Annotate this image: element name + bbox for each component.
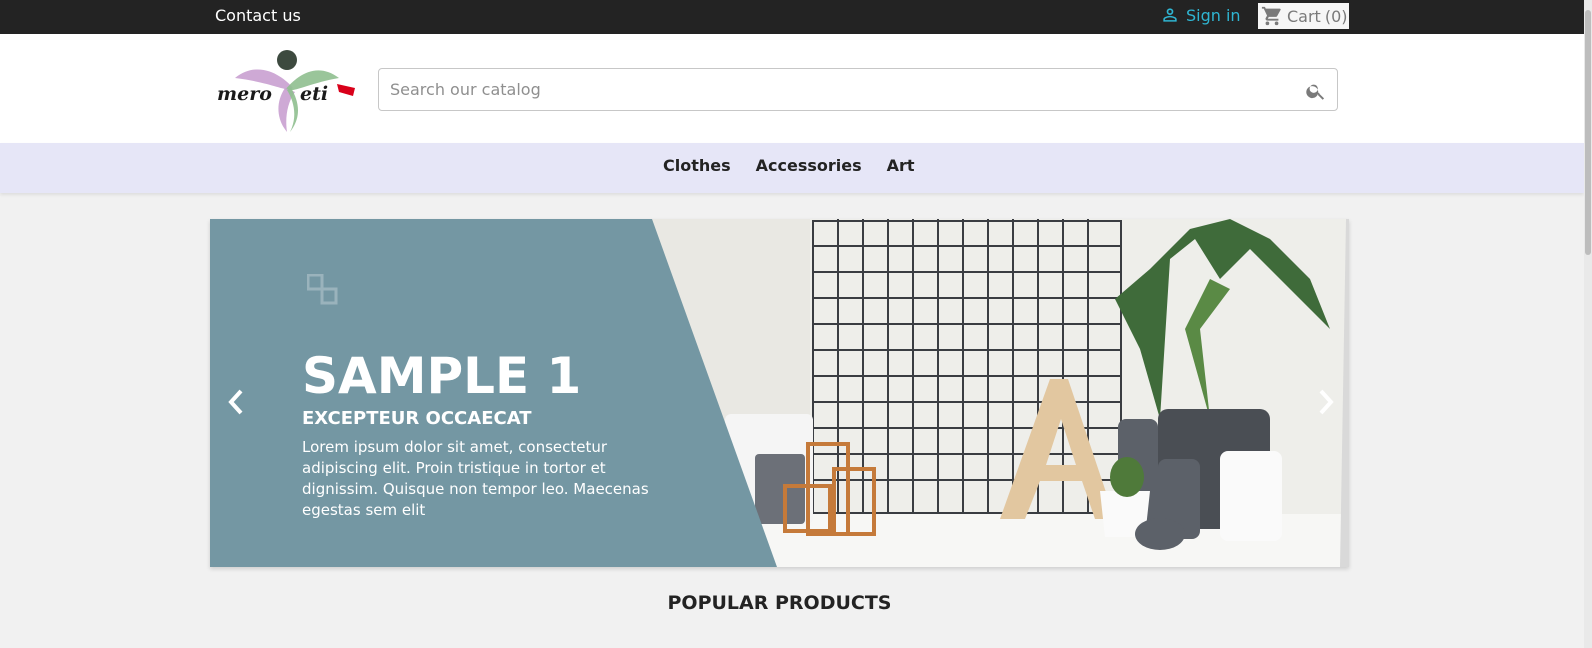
search-input[interactable] xyxy=(379,69,1279,110)
menu-item-accessories[interactable]: Accessories xyxy=(756,156,862,175)
cart-icon xyxy=(1261,6,1281,26)
slide-title: SAMPLE 1 xyxy=(302,347,582,405)
slide-description: Lorem ipsum dolor sit amet, consectetur … xyxy=(302,438,649,519)
sign-in-label: Sign in xyxy=(1186,5,1241,25)
scrollbar-thumb[interactable] xyxy=(1585,10,1591,255)
cart-label: Cart xyxy=(1287,6,1321,26)
contact-us-link[interactable]: Contact us xyxy=(215,6,301,25)
image-slider: SAMPLE 1 EXCEPTEUR OCCAECAT Lorem ipsum … xyxy=(210,219,1349,567)
chevron-right-icon[interactable] xyxy=(1316,387,1336,417)
menu-item-art[interactable]: Art xyxy=(887,156,915,175)
slide-deco-icon xyxy=(307,274,338,305)
popular-products-heading: POPULAR PRODUCTS xyxy=(667,592,892,614)
cart-count: (0) xyxy=(1324,6,1348,26)
user-icon xyxy=(1163,8,1177,22)
slide-caption: SAMPLE 1 EXCEPTEUR OCCAECAT Lorem ipsum … xyxy=(302,349,662,521)
menu-item-clothes[interactable]: Clothes xyxy=(663,156,731,175)
top-bar: Contact us Sign in Cart (0) xyxy=(0,0,1584,34)
search-box xyxy=(378,68,1338,111)
main-menu: Clothes Accessories Art xyxy=(0,143,1584,193)
scrollbar[interactable] xyxy=(1584,0,1592,648)
cart-button[interactable]: Cart (0) xyxy=(1258,3,1349,29)
svg-text:eti: eti xyxy=(300,83,328,105)
sign-in-link[interactable]: Sign in xyxy=(1160,5,1241,25)
header: mero eti xyxy=(0,34,1584,143)
slide-subtitle: EXCEPTEUR OCCAECAT xyxy=(302,408,532,429)
store-logo[interactable]: mero eti xyxy=(215,48,360,134)
svg-text:mero: mero xyxy=(217,83,272,105)
search-icon[interactable] xyxy=(1305,80,1327,102)
chevron-left-icon[interactable] xyxy=(226,387,246,417)
